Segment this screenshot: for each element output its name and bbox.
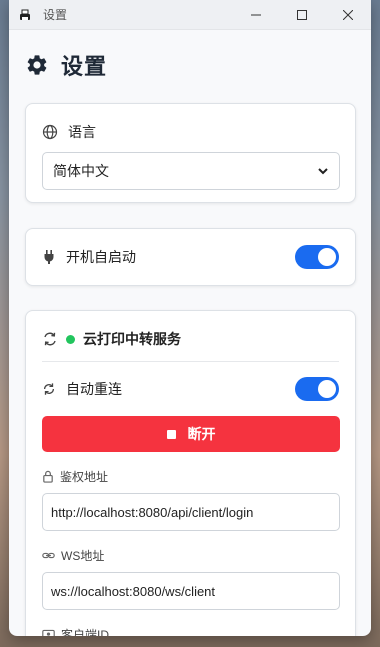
autostart-toggle[interactable] bbox=[295, 245, 339, 269]
maximize-button[interactable] bbox=[279, 0, 325, 30]
page-header: 设置 bbox=[25, 30, 355, 100]
autostart-label: 开机自启动 bbox=[66, 249, 136, 265]
ws-url-input[interactable]: ws://localhost:8080/ws/client bbox=[42, 572, 340, 610]
status-indicator bbox=[66, 334, 75, 344]
ws-field-header: WS地址 bbox=[42, 547, 339, 564]
client-id-label: 客户端ID bbox=[61, 628, 110, 636]
gear-icon bbox=[27, 55, 47, 75]
title-bar: 设置 bbox=[9, 0, 371, 30]
id-card-icon bbox=[42, 629, 55, 636]
plug-icon bbox=[44, 250, 54, 264]
settings-window: 设置 设置 语言 简体中文 开机自启动 云打印中转服务 自动重连 断开 鉴权地址… bbox=[9, 0, 371, 636]
window-controls bbox=[233, 0, 371, 30]
close-button[interactable] bbox=[325, 0, 371, 30]
language-selected-value: 简体中文 bbox=[53, 163, 109, 179]
language-select[interactable]: 简体中文 bbox=[42, 152, 340, 190]
client-id-header: 客户端ID bbox=[42, 626, 339, 636]
window-title: 设置 bbox=[43, 8, 68, 22]
link-icon bbox=[42, 552, 55, 559]
divider bbox=[42, 361, 339, 362]
autostart-row: 开机自启动 bbox=[42, 229, 339, 285]
relay-title: 云打印中转服务 bbox=[83, 331, 181, 347]
app-icon bbox=[17, 7, 33, 23]
minimize-button[interactable] bbox=[233, 0, 279, 30]
sync-icon bbox=[44, 332, 56, 346]
lock-icon bbox=[43, 470, 53, 483]
auto-reconnect-row: 自动重连 bbox=[42, 376, 339, 402]
page-title: 设置 bbox=[61, 54, 108, 79]
auto-reconnect-toggle[interactable] bbox=[295, 377, 339, 401]
auth-url-label: 鉴权地址 bbox=[60, 470, 109, 484]
refresh-icon bbox=[43, 383, 55, 395]
relay-service-card: 云打印中转服务 自动重连 断开 鉴权地址 http://localhost:80… bbox=[25, 310, 356, 636]
language-card: 语言 简体中文 bbox=[25, 103, 356, 203]
language-label: 语言 bbox=[68, 124, 96, 140]
auto-reconnect-label: 自动重连 bbox=[66, 381, 122, 397]
auth-url-input[interactable]: http://localhost:8080/api/client/login bbox=[42, 493, 340, 531]
language-row: 语言 bbox=[42, 122, 339, 142]
auth-field-header: 鉴权地址 bbox=[42, 468, 339, 485]
autostart-card: 开机自启动 bbox=[25, 228, 356, 286]
ws-url-label: WS地址 bbox=[61, 549, 105, 563]
chevron-down-icon bbox=[318, 168, 328, 175]
disconnect-label: 断开 bbox=[187, 426, 216, 442]
settings-content: 设置 语言 简体中文 开机自启动 云打印中转服务 自动重连 断开 鉴权地址 ht… bbox=[9, 30, 371, 636]
globe-icon bbox=[42, 124, 58, 140]
relay-header: 云打印中转服务 bbox=[42, 329, 339, 349]
stop-icon bbox=[166, 429, 176, 439]
disconnect-button[interactable]: 断开 bbox=[42, 416, 340, 452]
